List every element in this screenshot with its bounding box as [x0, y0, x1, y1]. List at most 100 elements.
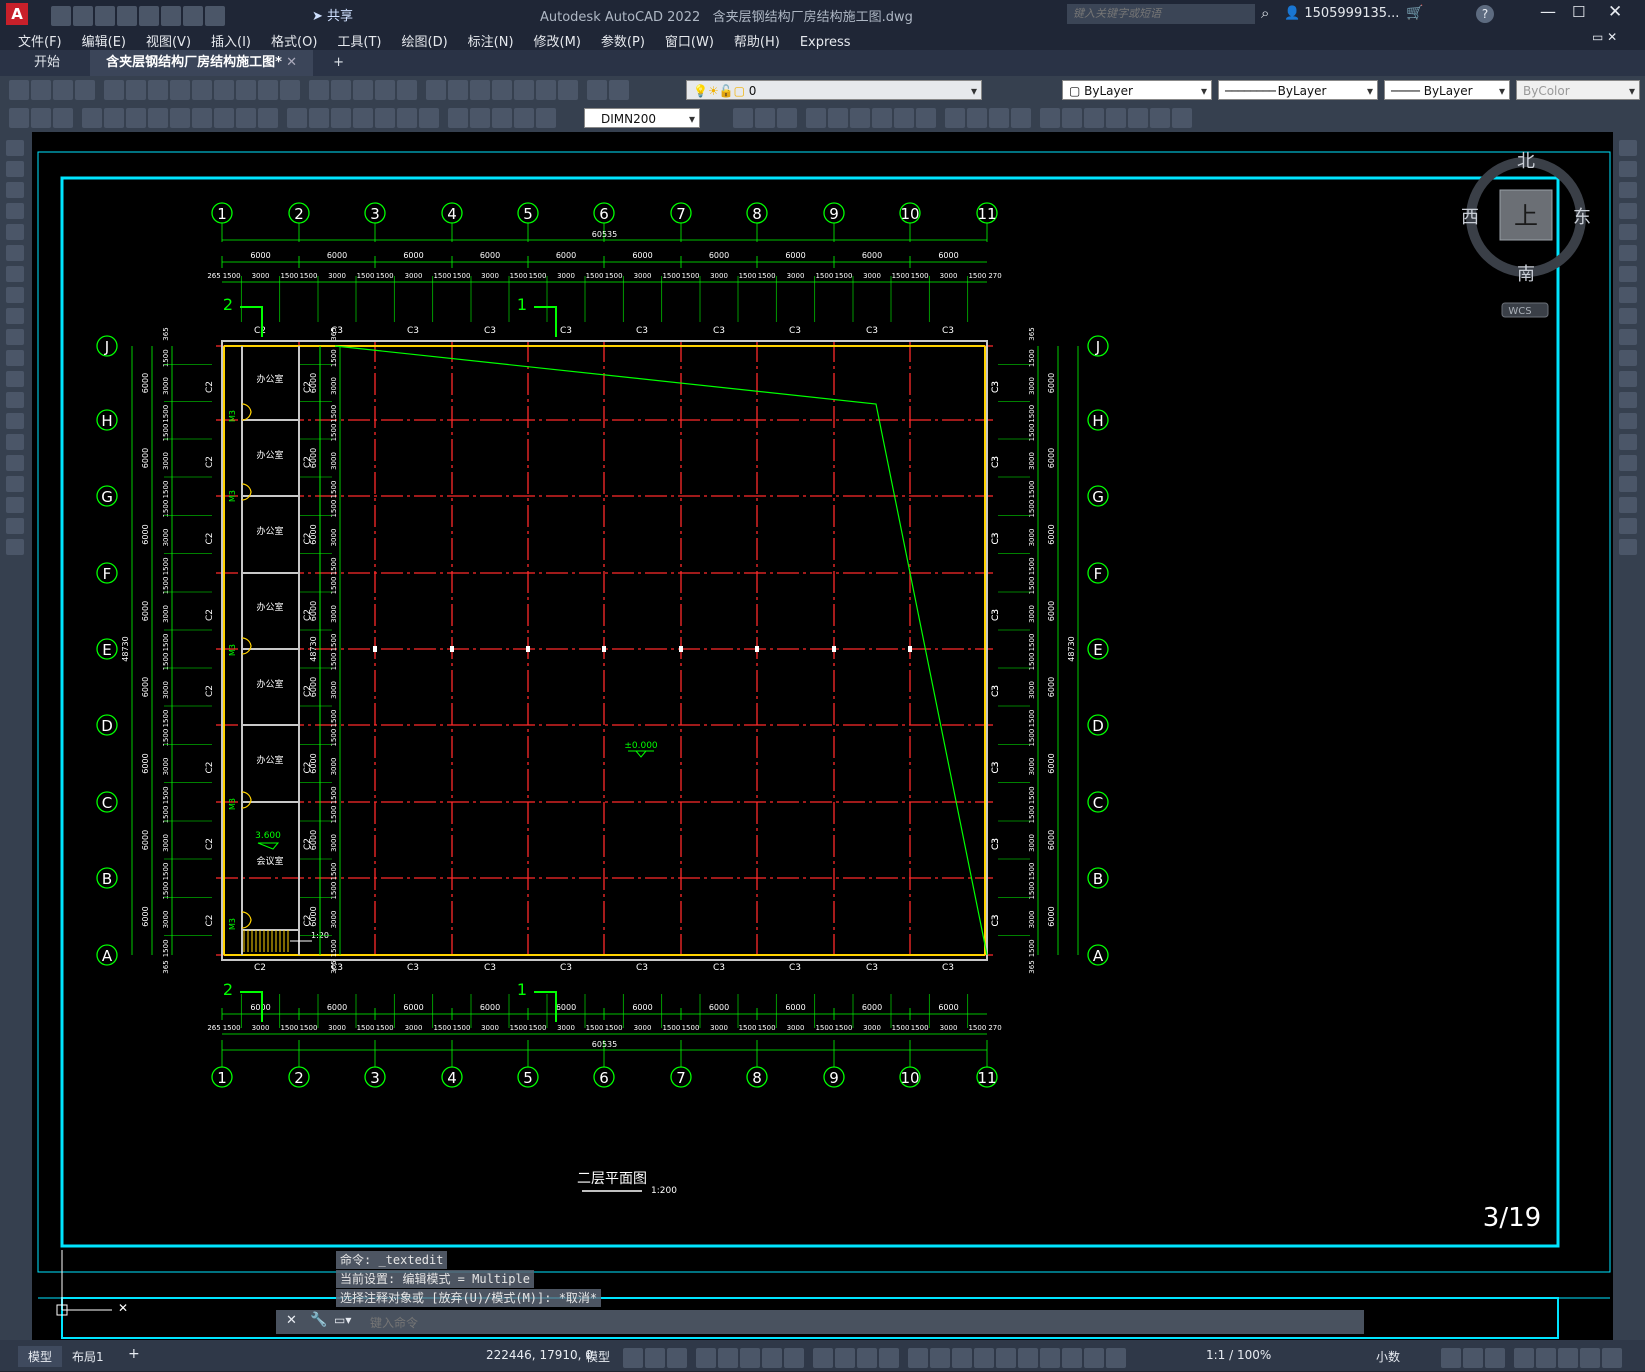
toolbar2b-1-icon[interactable] — [755, 108, 775, 128]
cart-icon[interactable]: 🛒 — [1406, 5, 1423, 21]
toolbar1-3-icon[interactable] — [75, 80, 95, 100]
modify-tool-16-icon[interactable] — [1619, 476, 1637, 492]
status2-1-icon[interactable] — [1463, 1348, 1483, 1368]
viewcube-east[interactable]: 东 — [1573, 207, 1591, 228]
toolbar1-6-icon[interactable] — [148, 80, 168, 100]
draw-tool-18-icon[interactable] — [6, 518, 24, 534]
toolbar1-7-icon[interactable] — [170, 80, 190, 100]
toolbar2-22-icon[interactable] — [514, 108, 534, 128]
viewcube-west[interactable]: 西 — [1461, 207, 1479, 228]
status-16-icon[interactable] — [996, 1348, 1016, 1368]
toolbar2-13-icon[interactable] — [309, 108, 329, 128]
layout-tab-model[interactable]: 模型 — [18, 1346, 63, 1367]
toolbar2b-10-icon[interactable] — [967, 108, 987, 128]
toolbar2-17-icon[interactable] — [397, 108, 417, 128]
status-9-icon[interactable] — [835, 1348, 855, 1368]
status-13-icon[interactable] — [930, 1348, 950, 1368]
status-1-icon[interactable] — [645, 1348, 665, 1368]
toolbar1-15-icon[interactable] — [353, 80, 373, 100]
toolbar1-9-icon[interactable] — [214, 80, 234, 100]
draw-tool-15-icon[interactable] — [6, 455, 24, 471]
toolbar2b-4-icon[interactable] — [828, 108, 848, 128]
autocad-logo-icon[interactable]: A — [6, 3, 28, 25]
toolbar2b-16-icon[interactable] — [1106, 108, 1126, 128]
save-icon[interactable] — [95, 6, 115, 26]
draw-tool-10-icon[interactable] — [6, 350, 24, 366]
toolbar1-14-icon[interactable] — [331, 80, 351, 100]
toolbar2-10-icon[interactable] — [236, 108, 256, 128]
search-icon[interactable]: ⌕ — [1261, 4, 1269, 22]
toolbar2-11-icon[interactable] — [258, 108, 278, 128]
help-icon[interactable]: ? — [1476, 5, 1494, 23]
toolbar2-15-icon[interactable] — [353, 108, 373, 128]
modify-tool-13-icon[interactable] — [1619, 413, 1637, 429]
viewcube-north[interactable]: 北 — [1517, 151, 1535, 172]
publish-icon[interactable] — [139, 6, 159, 26]
toolbar2-12-icon[interactable] — [287, 108, 307, 128]
draw-tool-4-icon[interactable] — [6, 224, 24, 240]
toolbar2b-19-icon[interactable] — [1172, 108, 1192, 128]
tab-start[interactable]: 开始 — [0, 50, 76, 76]
lineweight-dropdown[interactable]: ──── ByLayer — [1384, 80, 1510, 101]
modify-tool-3-icon[interactable] — [1619, 203, 1637, 219]
modify-tool-5-icon[interactable] — [1619, 245, 1637, 261]
share-button[interactable]: ➤ 共享 — [312, 5, 353, 24]
new-icon[interactable] — [51, 6, 71, 26]
toolbar1-12-icon[interactable] — [280, 80, 300, 100]
toolbar1-8-icon[interactable] — [192, 80, 212, 100]
status2-6-icon[interactable] — [1580, 1348, 1600, 1368]
status-20-icon[interactable] — [1084, 1348, 1104, 1368]
modify-tool-19-icon[interactable] — [1619, 539, 1637, 555]
toolbar1-18-icon[interactable] — [426, 80, 446, 100]
draw-tool-9-icon[interactable] — [6, 329, 24, 345]
draw-tool-11-icon[interactable] — [6, 371, 24, 387]
layout-tab-1[interactable]: 布局1 — [72, 1348, 104, 1365]
redo-icon[interactable] — [205, 6, 225, 26]
toolbar2-18-icon[interactable] — [419, 108, 439, 128]
modify-tool-14-icon[interactable] — [1619, 434, 1637, 450]
modify-tool-18-icon[interactable] — [1619, 518, 1637, 534]
toolbar2b-9-icon[interactable] — [945, 108, 965, 128]
toolbar1-17-icon[interactable] — [397, 80, 417, 100]
viewcube[interactable]: 上 北 南 东 西 WCS — [1461, 151, 1591, 318]
search-input[interactable] — [1067, 4, 1255, 24]
dimstyle-dropdown[interactable]: DIMN200 — [584, 108, 700, 129]
draw-tool-8-icon[interactable] — [6, 308, 24, 324]
status2-0-icon[interactable] — [1441, 1348, 1461, 1368]
draw-tool-16-icon[interactable] — [6, 476, 24, 492]
toolbar2-6-icon[interactable] — [148, 108, 168, 128]
modify-tool-9-icon[interactable] — [1619, 329, 1637, 345]
toolbar2b-3-icon[interactable] — [806, 108, 826, 128]
command-customize-icon[interactable]: 🔧 — [310, 1312, 327, 1328]
viewcube-south[interactable]: 南 — [1517, 264, 1535, 285]
draw-tool-19-icon[interactable] — [6, 539, 24, 555]
status-18-icon[interactable] — [1040, 1348, 1060, 1368]
toolbar1-21-icon[interactable] — [492, 80, 512, 100]
draw-tool-6-icon[interactable] — [6, 266, 24, 282]
tab-close-icon[interactable]: ✕ — [286, 55, 297, 70]
status-2-icon[interactable] — [667, 1348, 687, 1368]
draw-tool-0-icon[interactable] — [6, 140, 24, 156]
user-account[interactable]: 👤 1505999135... — [1284, 6, 1399, 21]
status-15-icon[interactable] — [974, 1348, 994, 1368]
toolbar2-0-icon[interactable] — [9, 108, 29, 128]
color-dropdown[interactable]: ▢ ByLayer — [1062, 80, 1212, 101]
toolbar1-26-icon[interactable] — [609, 80, 629, 100]
status-8-icon[interactable] — [813, 1348, 833, 1368]
new-tab-icon[interactable]: + — [317, 50, 360, 76]
toolbar1-13-icon[interactable] — [309, 80, 329, 100]
layer-dropdown[interactable]: 💡☀🔓▢ 0 — [686, 80, 982, 101]
modify-tool-2-icon[interactable] — [1619, 182, 1637, 198]
toolbar1-11-icon[interactable] — [258, 80, 278, 100]
toolbar2-1-icon[interactable] — [31, 108, 51, 128]
draw-tool-1-icon[interactable] — [6, 161, 24, 177]
toolbar1-19-icon[interactable] — [448, 80, 468, 100]
status-3-icon[interactable] — [696, 1348, 716, 1368]
status-12-icon[interactable] — [908, 1348, 928, 1368]
toolbar1-1-icon[interactable] — [31, 80, 51, 100]
units-dropdown[interactable]: 小数 — [1376, 1348, 1400, 1365]
draw-tool-5-icon[interactable] — [6, 245, 24, 261]
modify-tool-15-icon[interactable] — [1619, 455, 1637, 471]
doc-minimize-button[interactable]: ▭ ✕ — [1592, 30, 1617, 44]
toolbar2b-17-icon[interactable] — [1128, 108, 1148, 128]
